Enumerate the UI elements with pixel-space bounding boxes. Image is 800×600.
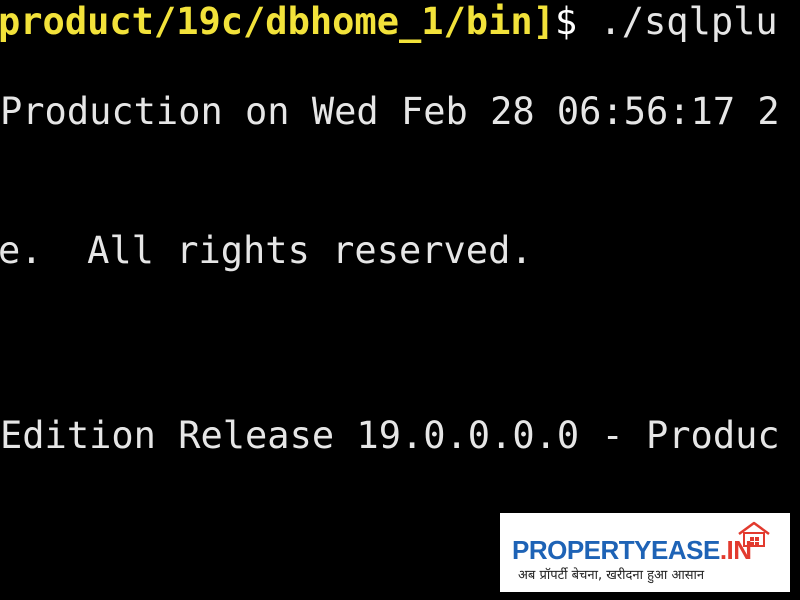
prompt-symbol: $: [554, 0, 578, 43]
copyright-line: e. All rights reserved.: [0, 229, 533, 272]
prompt-path: product/19c/dbhome_1/bin]: [0, 0, 555, 43]
typed-command: ./sqlplu: [577, 0, 778, 43]
terminal-window[interactable]: product/19c/dbhome_1/bin]$ ./sqlplu Prod…: [0, 0, 800, 600]
edition-release-line: Edition Release 19.0.0.0.0 - Produc: [0, 414, 780, 457]
propertyease-watermark: PROPERTYEASE.IN अब प्रॉपर्टी बेचना, खरीद…: [500, 513, 790, 592]
brand-tagline: अब प्रॉपर्टी बेचना, खरीदना हुआ आसान: [518, 568, 705, 583]
sqlplus-banner-line: Production on Wed Feb 28 06:56:17 2: [0, 90, 780, 133]
brand-suffix: .IN: [719, 535, 752, 565]
brand-name: PROPERTYEASE.IN: [512, 536, 752, 564]
shell-prompt-line: product/19c/dbhome_1/bin]$ ./sqlplu: [0, 0, 778, 44]
brand-main: PROPERTYEASE: [512, 535, 720, 565]
